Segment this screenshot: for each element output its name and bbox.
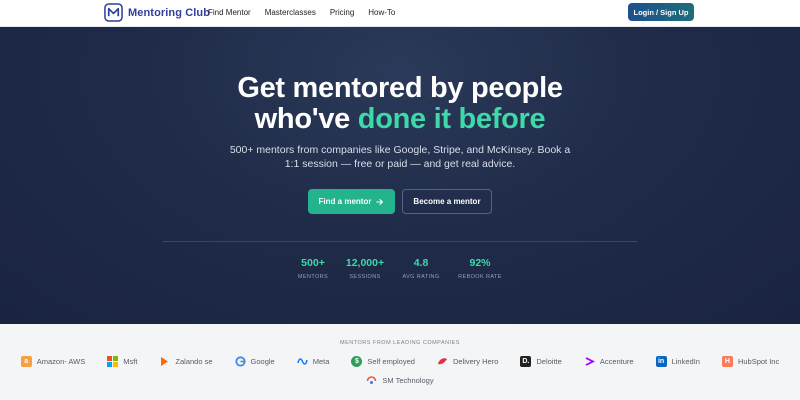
companies-row-2: SM Technology xyxy=(0,375,800,386)
deloitte-icon: D. xyxy=(520,356,532,367)
company-name: Amazon- AWS xyxy=(36,357,86,366)
arrow-right-icon xyxy=(376,198,384,205)
company-name: Msft xyxy=(123,357,138,366)
hero-subtitle-line-1: 500+ mentors from companies like Google,… xyxy=(229,144,571,156)
dollar-icon: $ xyxy=(351,356,363,367)
nav-how-to[interactable]: How-To xyxy=(368,8,395,17)
company-name: Meta xyxy=(312,357,330,366)
companies-row-1: a Amazon- AWS Msft Zalando se Google Met… xyxy=(0,356,800,367)
company-deloitte: D. Deloitte xyxy=(520,356,562,367)
nav-find-mentor[interactable]: Find Mentor xyxy=(208,8,251,17)
mentoring-club-logo-icon xyxy=(104,3,123,22)
microsoft-icon xyxy=(107,356,119,367)
google-icon xyxy=(234,356,246,367)
hero-section: Get mentored by people who've done it be… xyxy=(0,27,800,324)
hero-subtitle-line-2: 1:1 session — free or paid — and get rea… xyxy=(284,158,516,170)
stat-label: REBOOK RATE xyxy=(458,274,502,280)
delivery-hero-icon xyxy=(437,356,448,367)
nav-masterclasses[interactable]: Masterclasses xyxy=(265,8,316,17)
hero-title-line-2: who've done it before xyxy=(0,104,800,135)
find-a-mentor-button[interactable]: Find a mentor xyxy=(308,189,395,214)
companies-title: MENTORS FROM LEADING COMPANIES xyxy=(340,340,460,346)
company-amazon-aws: a Amazon- AWS xyxy=(20,356,86,367)
brand-name: Mentoring Club xyxy=(128,6,211,19)
zalando-icon xyxy=(159,356,170,367)
company-google: Google xyxy=(234,356,275,367)
stat-value: 92% xyxy=(469,257,491,269)
company-sm-technology: SM Technology xyxy=(366,375,434,386)
company-meta: Meta xyxy=(296,356,330,367)
accenture-icon xyxy=(584,356,595,367)
company-zalando: Zalando se xyxy=(159,356,213,367)
meta-icon xyxy=(296,356,308,367)
company-name: Zalando se xyxy=(175,357,213,366)
company-hubspot: H HubSpot Inc xyxy=(721,356,780,367)
become-a-mentor-button[interactable]: Become a mentor xyxy=(402,189,492,214)
company-name: Delivery Hero xyxy=(452,357,499,366)
company-name: HubSpot Inc xyxy=(737,357,780,366)
brand-logo[interactable]: Mentoring Club xyxy=(104,3,210,22)
linkedin-icon: in xyxy=(655,356,667,367)
sm-technology-icon xyxy=(366,375,377,386)
company-self-employed: $ Self employed xyxy=(351,356,415,367)
companies-section: MENTORS FROM LEADING COMPANIES a Amazon-… xyxy=(0,324,800,400)
amazon-icon: a xyxy=(20,356,32,367)
company-msft: Msft xyxy=(107,356,137,367)
top-navigation-bar: Mentoring Club Find Mentor Masterclasses… xyxy=(0,0,800,27)
main-nav: Find Mentor Masterclasses Pricing How-To xyxy=(208,8,395,17)
company-name: SM Technology xyxy=(382,376,434,385)
hero-title-accent: done it before xyxy=(357,103,546,135)
company-name: Google xyxy=(250,357,275,366)
company-delivery-hero: Delivery Hero xyxy=(437,356,498,367)
company-name: Accenture xyxy=(599,357,634,366)
hero-title-prefix: who've xyxy=(254,103,358,135)
company-name: LinkedIn xyxy=(671,357,700,366)
company-name: Self employed xyxy=(367,357,415,366)
login-signup-button[interactable]: Login / Sign Up xyxy=(628,3,694,21)
company-linkedin: in LinkedIn xyxy=(655,356,700,367)
find-a-mentor-label: Find a mentor xyxy=(318,197,372,206)
stat-rebook-rate: 92% REBOOK RATE xyxy=(445,257,515,280)
company-name: Deloitte xyxy=(536,357,562,366)
hero-title-line-1: Get mentored by people xyxy=(237,72,563,104)
company-accenture: Accenture xyxy=(584,356,634,367)
hero-divider xyxy=(163,241,637,242)
hubspot-icon: H xyxy=(721,356,733,367)
nav-pricing[interactable]: Pricing xyxy=(330,8,354,17)
